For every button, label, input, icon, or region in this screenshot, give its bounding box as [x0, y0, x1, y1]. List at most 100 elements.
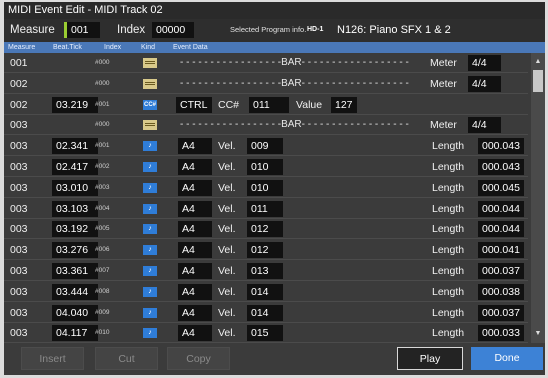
row-param-value[interactable]: 011	[249, 96, 289, 113]
vertical-scrollbar[interactable]: ▲ ▼	[531, 53, 545, 343]
row-velocity[interactable]: 014	[247, 283, 283, 300]
scrollbar-thumb[interactable]	[533, 70, 543, 92]
row-velocity[interactable]: 014	[247, 304, 283, 321]
row-beat-tick[interactable]: 03.103	[52, 200, 98, 217]
row-right-value[interactable]: 4/4	[468, 117, 501, 134]
copy-button[interactable]: Copy	[167, 347, 230, 370]
row-right-value[interactable]: 000.041	[478, 242, 524, 259]
scroll-up-icon[interactable]: ▲	[531, 57, 545, 67]
row-right-label: Meter	[430, 77, 457, 90]
row-velocity[interactable]: 012	[247, 221, 283, 238]
row-right-value[interactable]: 4/4	[468, 75, 501, 92]
row-velocity[interactable]: 015	[247, 325, 283, 342]
row-velocity[interactable]: 012	[247, 242, 283, 259]
row-note[interactable]: A4	[178, 283, 212, 300]
bar-icon	[143, 58, 157, 68]
row-beat-tick[interactable]: 04.117	[52, 325, 98, 342]
event-row[interactable]: 003 04.117 #010 ♪ A4 Vel. 015 Length 000.033	[4, 323, 528, 344]
row-right-label: Length	[432, 181, 465, 194]
row-beat-tick[interactable]: 04.040	[52, 304, 98, 321]
event-row[interactable]: 003 03.444 #008 ♪ A4 Vel. 014 Length 000.038	[4, 281, 528, 302]
row-beat-tick[interactable]: 03.276	[52, 242, 98, 259]
note-icon: ♪	[143, 141, 157, 152]
row-beat-tick[interactable]: 03.444	[52, 283, 98, 300]
row-beat-tick[interactable]: 03.219	[52, 96, 98, 113]
row-measure: 003	[10, 265, 28, 277]
row-right-value[interactable]: 000.037	[478, 263, 524, 279]
event-row[interactable]: 003 03.192 #005 ♪ A4 Vel. 012 Length 000.044	[4, 219, 528, 240]
event-row[interactable]: 003 02.417 #002 ♪ A4 Vel. 010 Length 000.043	[4, 157, 528, 177]
row-note[interactable]: A4	[178, 325, 212, 342]
row-beat-tick[interactable]: 03.010	[52, 179, 98, 196]
row-velocity[interactable]: 009	[247, 138, 283, 155]
row-measure: 003	[10, 202, 28, 215]
event-row[interactable]: 003 03.010 #003 ♪ A4 Vel. 010 Length 000.045	[4, 177, 528, 198]
row-velocity[interactable]: 011	[247, 200, 283, 217]
row-right-label: Meter	[430, 119, 457, 132]
event-row[interactable]: 003 03.276 #006 ♪ A4 Vel. 012 Length 000.041	[4, 240, 528, 261]
done-button[interactable]: Done	[471, 347, 543, 370]
event-list[interactable]: 001 #000 - - - - - - - - - - - - - - - - -…	[4, 53, 528, 365]
row-event-type[interactable]: CTRL	[176, 96, 212, 113]
event-row[interactable]: 003 03.103 #004 ♪ A4 Vel. 011 Length 000.044	[4, 198, 528, 219]
event-row[interactable]: 003 03.361 #007 ♪ A4 Vel. 013 Length 000.037	[4, 261, 528, 281]
row-right-value[interactable]: 000.043	[478, 159, 524, 175]
row-right-value[interactable]: 000.044	[478, 200, 524, 217]
row-velocity[interactable]: 010	[247, 179, 283, 196]
event-row[interactable]: 001 #000 - - - - - - - - - - - - - - - - -…	[4, 53, 528, 73]
column-kind: Kind	[141, 44, 156, 51]
column-header: Measure Beat.Tick Index Kind Event Data	[4, 42, 545, 53]
row-note[interactable]: A4	[178, 159, 212, 175]
event-row[interactable]: 002 03.219 #001 CC# CTRL CC# 011 Value 127	[4, 94, 528, 115]
row-note[interactable]: A4	[178, 221, 212, 238]
row-beat-tick[interactable]: 02.417	[52, 159, 98, 175]
row-velocity-label: Vel.	[218, 285, 236, 298]
row-right-value[interactable]: 000.038	[478, 283, 524, 300]
row-right-value[interactable]: 000.033	[478, 325, 524, 342]
row-right-label: Length	[432, 161, 465, 173]
event-row[interactable]: 003 #000 - - - - - - - - - - - - - - - - -…	[4, 115, 528, 136]
row-beat-tick[interactable]: 03.361	[52, 263, 98, 279]
row-note[interactable]: A4	[178, 242, 212, 259]
row-note[interactable]: A4	[178, 304, 212, 321]
row-velocity[interactable]: 010	[247, 159, 283, 175]
row-velocity-label: Vel.	[218, 244, 236, 257]
row-measure: 003	[10, 181, 28, 194]
event-row[interactable]: 003 04.040 #009 ♪ A4 Vel. 014 Length 000.037	[4, 302, 528, 323]
note-icon: ♪	[143, 245, 157, 256]
row-right-value[interactable]: 000.044	[478, 221, 524, 238]
measure-field[interactable]: 001	[64, 22, 100, 38]
scroll-down-icon[interactable]: ▼	[531, 329, 545, 339]
cut-button[interactable]: Cut	[95, 347, 158, 370]
row-note[interactable]: A4	[178, 200, 212, 217]
row-beat-tick[interactable]: 03.192	[52, 221, 98, 238]
row-right-value[interactable]: 4/4	[468, 55, 501, 71]
row-note[interactable]: A4	[178, 263, 212, 279]
row-right-value[interactable]: 000.045	[478, 179, 524, 196]
index-label: Index	[117, 24, 146, 36]
row-note[interactable]: A4	[178, 179, 212, 196]
row-right-label: Length	[432, 223, 465, 236]
row-right-label: Length	[432, 202, 465, 215]
row-beat-tick[interactable]: 02.341	[52, 138, 98, 155]
event-row[interactable]: 002 #000 - - - - - - - - - - - - - - - - -…	[4, 73, 528, 94]
row-index: #008	[95, 287, 110, 295]
event-row[interactable]: 003 02.341 #001 ♪ A4 Vel. 009 Length 000.043	[4, 136, 528, 157]
row-index: #001	[95, 100, 110, 108]
index-field[interactable]: 00000	[152, 22, 194, 38]
row-right-value[interactable]: 000.037	[478, 304, 524, 321]
bar-separator: - - - - - - - - - - - - - - - - -BAR- - …	[180, 119, 409, 131]
row-value[interactable]: 127	[331, 96, 357, 113]
bar-icon	[143, 120, 157, 131]
bar-separator: - - - - - - - - - - - - - - - - -BAR- - …	[180, 77, 409, 89]
row-index: #000	[95, 121, 110, 129]
row-right-value[interactable]: 000.043	[478, 138, 524, 155]
row-index: #006	[95, 246, 110, 254]
row-note[interactable]: A4	[178, 138, 212, 155]
play-button[interactable]: Play	[397, 347, 463, 370]
row-index: #002	[95, 163, 110, 170]
column-beat-tick: Beat.Tick	[53, 44, 82, 51]
insert-button[interactable]: Insert	[21, 347, 84, 370]
row-velocity[interactable]: 013	[247, 263, 283, 279]
row-measure: 003	[10, 140, 28, 153]
